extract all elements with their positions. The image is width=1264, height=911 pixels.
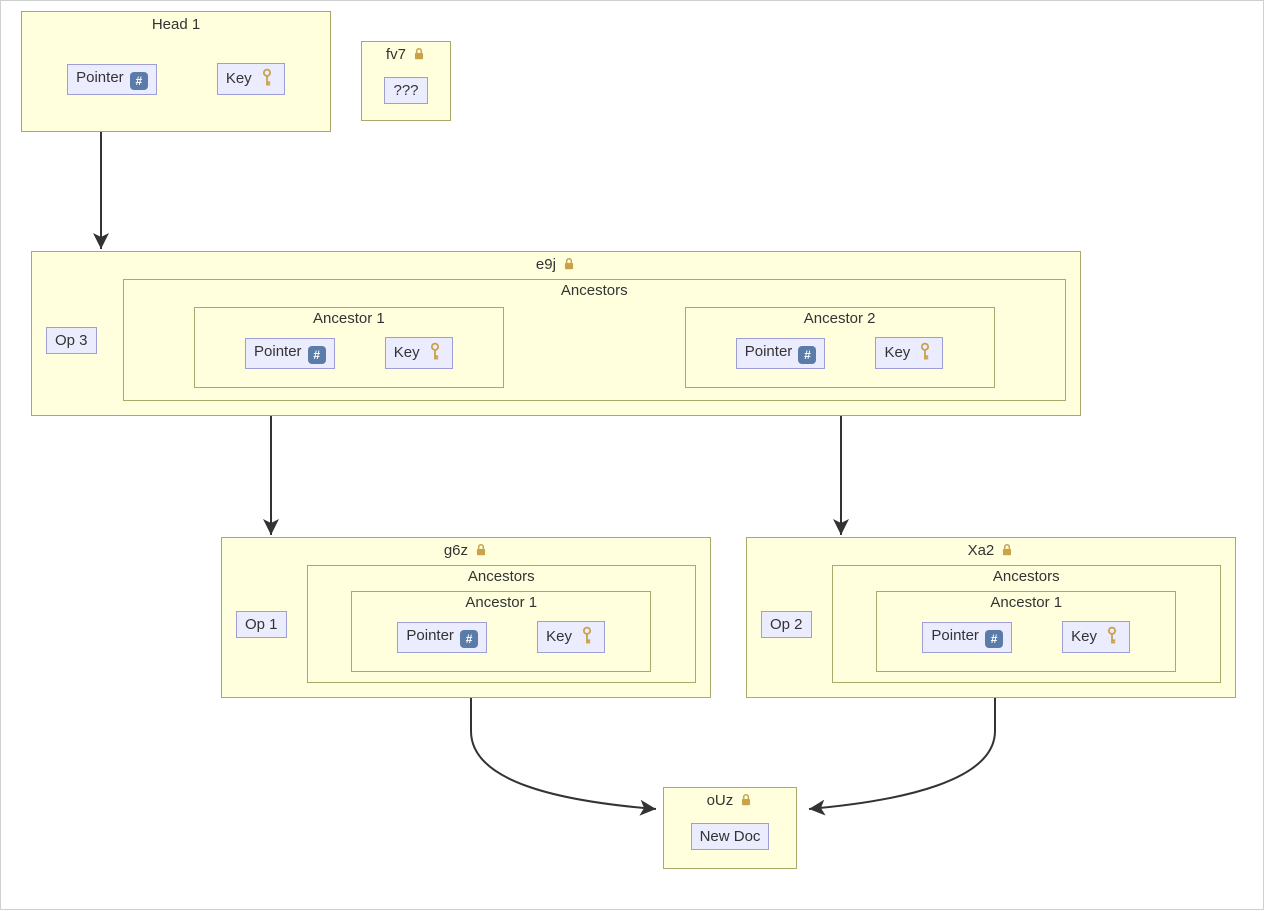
node-ouz-title-text: oUz — [707, 792, 734, 809]
node-e9j: e9j Op 3 Ancestors Ancestor 1 Pointer # — [31, 251, 1081, 416]
ancestor1-label: Ancestor 1 — [352, 592, 650, 613]
node-ouz: oUz New Doc — [663, 787, 797, 869]
lock-icon — [474, 543, 488, 561]
ancestors-label: Ancestors — [124, 280, 1065, 301]
g6z-anc1-key-chip: Key — [537, 621, 605, 653]
key-label: Key — [1071, 628, 1097, 645]
key-label: Key — [884, 344, 910, 361]
key-label: Key — [546, 628, 572, 645]
ancestors-label: Ancestors — [833, 566, 1220, 587]
node-g6z: g6z Op 1 Ancestors Ancestor 1 Pointer # — [221, 537, 711, 698]
node-e9j-title: e9j — [32, 252, 1080, 277]
head1-key-chip: Key — [217, 63, 285, 95]
pointer-label: Pointer — [76, 69, 124, 86]
key-label: Key — [394, 344, 420, 361]
hash-icon: # — [130, 72, 148, 90]
e9j-anc1-key-chip: Key — [385, 337, 453, 369]
node-xa2-title-text: Xa2 — [968, 542, 995, 559]
node-head1: Head 1 Pointer # Key — [21, 11, 331, 132]
xa2-op-chip: Op 2 — [761, 611, 812, 638]
key-icon — [916, 342, 934, 364]
e9j-ancestors-box: Ancestors Ancestor 1 Pointer # Key — [123, 279, 1066, 401]
pointer-label: Pointer — [254, 343, 302, 360]
e9j-ancestor1: Ancestor 1 Pointer # Key — [194, 307, 504, 388]
key-icon — [258, 68, 276, 90]
e9j-anc1-pointer-chip: Pointer # — [245, 338, 335, 369]
lock-icon — [739, 793, 753, 811]
xa2-anc1-pointer-chip: Pointer # — [922, 622, 1012, 653]
node-e9j-title-text: e9j — [536, 256, 556, 273]
e9j-anc2-pointer-chip: Pointer # — [736, 338, 826, 369]
node-fv7-title: fv7 — [362, 42, 450, 67]
xa2-anc1-key-chip: Key — [1062, 621, 1130, 653]
g6z-anc1-pointer-chip: Pointer # — [397, 622, 487, 653]
ancestor1-label: Ancestor 1 — [877, 592, 1175, 613]
pointer-label: Pointer — [745, 343, 793, 360]
fv7-unknown-chip: ??? — [384, 77, 427, 104]
lock-icon — [1000, 543, 1014, 561]
node-xa2-title: Xa2 — [747, 538, 1235, 563]
node-fv7: fv7 ??? — [361, 41, 451, 121]
g6z-ancestor1: Ancestor 1 Pointer # Key — [351, 591, 651, 672]
key-label: Key — [226, 70, 252, 87]
ancestors-label: Ancestors — [308, 566, 695, 587]
node-g6z-title-text: g6z — [444, 542, 468, 559]
xa2-ancestor1: Ancestor 1 Pointer # Key — [876, 591, 1176, 672]
node-g6z-title: g6z — [222, 538, 710, 563]
head1-pointer-chip: Pointer # — [67, 64, 157, 95]
lock-icon — [562, 257, 576, 275]
node-ouz-title: oUz — [664, 788, 796, 813]
key-icon — [1103, 626, 1121, 648]
g6z-ancestors-box: Ancestors Ancestor 1 Pointer # Key — [307, 565, 696, 683]
e9j-anc2-key-chip: Key — [875, 337, 943, 369]
ancestor1-label: Ancestor 1 — [195, 308, 503, 329]
pointer-label: Pointer — [406, 627, 454, 644]
node-head1-title: Head 1 — [22, 12, 330, 35]
diagram-canvas: Head 1 Pointer # Key fv7 ??? — [0, 0, 1264, 910]
e9j-op-chip: Op 3 — [46, 327, 97, 354]
hash-icon: # — [985, 630, 1003, 648]
node-fv7-title-text: fv7 — [386, 46, 406, 63]
e9j-ancestor2: Ancestor 2 Pointer # Key — [685, 307, 995, 388]
pointer-label: Pointer — [931, 627, 979, 644]
hash-icon: # — [308, 346, 326, 364]
xa2-ancestors-box: Ancestors Ancestor 1 Pointer # Key — [832, 565, 1221, 683]
lock-icon — [412, 47, 426, 65]
node-xa2: Xa2 Op 2 Ancestors Ancestor 1 Pointer # — [746, 537, 1236, 698]
hash-icon: # — [460, 630, 478, 648]
key-icon — [578, 626, 596, 648]
ouz-newdoc-chip: New Doc — [691, 823, 770, 850]
key-icon — [426, 342, 444, 364]
hash-icon: # — [798, 346, 816, 364]
g6z-op-chip: Op 1 — [236, 611, 287, 638]
ancestor2-label: Ancestor 2 — [686, 308, 994, 329]
edges-layer — [1, 1, 1264, 911]
